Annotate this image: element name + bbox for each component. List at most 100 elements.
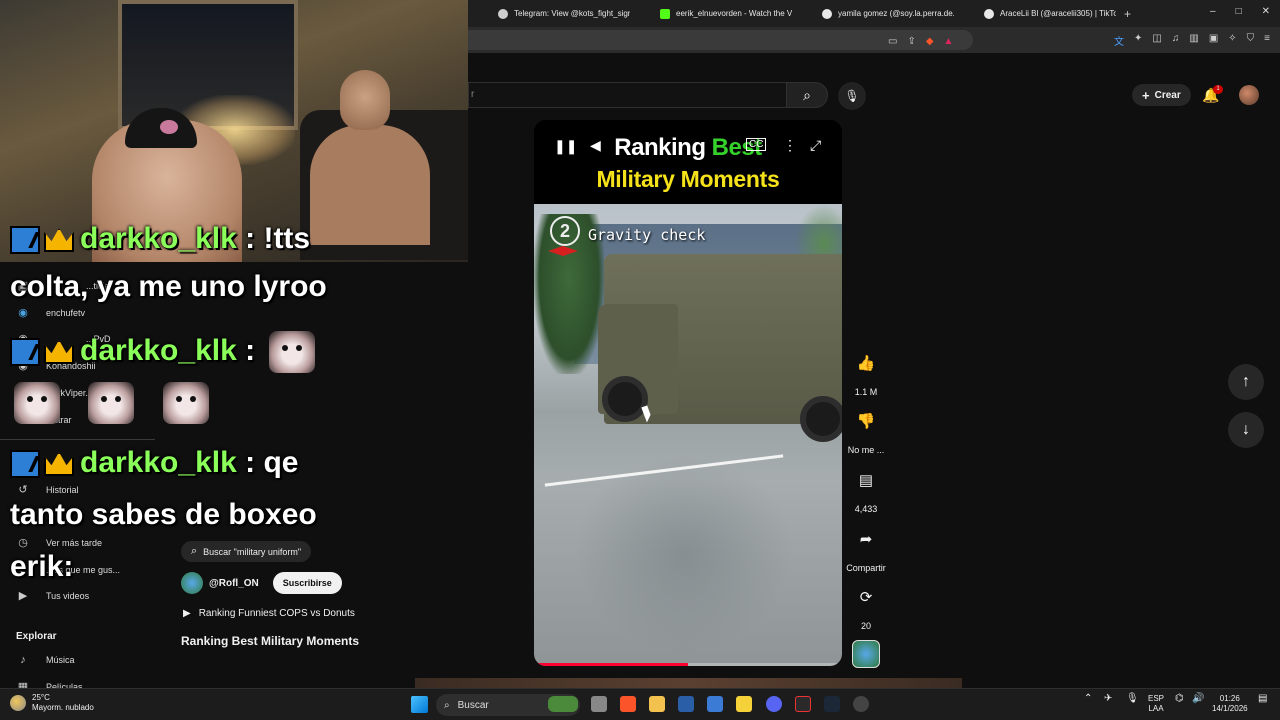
extensions-icon[interactable]: ✦ [1134,33,1142,48]
related-video-link[interactable]: ▶ Ranking Funniest COPS vs Donuts [183,608,355,619]
remix-count: 20 [860,621,871,631]
translate-icon[interactable]: 文 [1114,33,1124,48]
sidebar-item-ver-mas-tarde[interactable]: ◷ Ver más tarde [16,536,102,549]
channel-avatar-icon: ◉ [18,307,28,319]
maximize-button[interactable]: □ [1236,6,1242,17]
show-hidden-icons-icon[interactable]: ⌃ [1084,694,1092,704]
tab-title: yamila gomez (@soy.la.perra.de.t90 [838,9,954,18]
new-tab-button[interactable]: + [1124,7,1131,21]
shorts-player[interactable]: Ranking Best Military Moments 2 Gravity … [534,120,842,666]
media-icon[interactable]: ♫ [1172,33,1180,48]
play-icon: ▶ [183,608,191,619]
wallet-icon[interactable]: ▣ [1209,33,1218,48]
sidebar-item-historial[interactable]: ↺ Historial [16,483,78,496]
vpn-icon[interactable]: ⛉ [1247,33,1255,48]
fullscreen-icon[interactable]: ⤢ [810,137,821,154]
tab-kick-vod[interactable]: eerik_elnuevorden - Watch the VOD [630,8,792,19]
thumbs-up-icon: 👍 [856,355,876,372]
discord-icon[interactable] [766,696,782,712]
tab-tiktok-aracelii[interactable]: AraceLii Bl (@aracelii305) | TikTok [954,8,1116,19]
youtube-search-input[interactable]: r [468,82,786,108]
share-icon[interactable]: ⇪ [907,36,915,47]
calculator-icon[interactable] [678,696,694,712]
dislike-label: No me ... [847,445,885,455]
sidebar-icon[interactable]: ▥ [1189,33,1198,48]
channel-avatar[interactable] [181,572,203,594]
search-button[interactable]: ⌕ [786,82,828,108]
remix-button[interactable]: ⟳ 20 [846,579,886,631]
brave-shields-icon[interactable]: ◆ [926,36,934,47]
close-button[interactable]: ✕ [1262,6,1270,17]
obs-icon[interactable] [795,696,811,712]
chat-message: darkko_klk : qe [10,446,298,480]
webcam-person-right-head [340,70,390,130]
steam-icon[interactable] [824,696,840,712]
microphone-icon: 🎙 [844,89,860,103]
channel-thumbnail[interactable] [852,640,880,668]
sidebar-item-musica[interactable]: ♪ Música [16,654,74,666]
settings-icon[interactable] [853,696,869,712]
notification-center-icon[interactable]: ▤ [1258,694,1267,704]
sidebar-item-tus-videos[interactable]: ▶ Tus videos [16,589,89,602]
previous-short-button[interactable]: ↑ [1228,364,1264,400]
wifi-icon[interactable]: ⌬ [1175,694,1184,704]
captions-icon[interactable]: CC [746,138,767,151]
sidebar-item-label: Ver más tarde [46,537,103,548]
windows-start-icon[interactable] [411,696,428,713]
voice-search-button[interactable]: 🎙 [838,82,866,110]
address-bar[interactable]: ▭ ⇪ ◆ ▲ [468,30,973,50]
task-view-icon[interactable] [591,696,607,712]
screenshot-icon[interactable]: ◫ [1152,33,1161,48]
widgets-icon[interactable] [548,696,578,712]
language-code: ESP [1148,694,1165,703]
channel-name[interactable]: @Rofl_ON [209,578,259,589]
video-progress-bar[interactable] [534,663,842,666]
notification-count-badge: 1 [1213,85,1223,94]
language-indicator[interactable]: ESP LAA [1148,694,1164,714]
overlay-number: 2 [550,216,580,246]
title-word-ranking: Ranking [614,134,706,161]
crown-badge-icon [44,340,74,364]
file-explorer-icon[interactable] [649,696,665,712]
extension-icons: 文 ✦ ◫ ♫ ▥ ▣ ✧ ⛉ ≡ [1114,33,1270,48]
temperature: 25°C [32,693,50,702]
install-icon[interactable]: ▭ [888,36,897,47]
more-options-icon[interactable]: ⋮ [783,137,797,154]
remix-icon: ⟳ [859,589,873,606]
chat-text: : !tts [245,222,311,255]
minimize-button[interactable]: – [1210,6,1216,17]
editor-icon[interactable] [736,696,752,712]
volume-icon[interactable]: ◀ [590,137,601,154]
subscribe-button[interactable]: Suscribirse [272,572,342,594]
notepad-icon[interactable] [707,696,723,712]
video-title: Ranking Best Military Moments [181,634,360,648]
pause-icon[interactable]: ❚❚ [554,138,577,155]
tab-tiktok-yamila[interactable]: yamila gomez (@soy.la.perra.de.t90 [792,8,954,19]
account-avatar[interactable] [1239,85,1259,105]
tab-telegram[interactable]: Telegram: View @kots_fight_signups [468,8,630,19]
volume-tray-icon[interactable]: 🔊 [1192,694,1204,704]
telegram-icon [498,8,508,19]
keyboard-layout: LAA [1148,704,1164,713]
like-button[interactable]: 👍 1.1 M [846,345,886,397]
weather-widget[interactable]: 25°C Mayorm. nublado [10,693,94,713]
weather-icon [10,695,26,711]
next-short-button[interactable]: ↓ [1228,412,1264,448]
network-icon[interactable]: ✈ [1104,694,1112,704]
microphone-tray-icon[interactable]: 🎙 [1126,694,1139,704]
dislike-button[interactable]: 👎 No me ... [846,403,886,455]
leo-icon[interactable]: ✧ [1228,33,1236,48]
cat-emote-icon [14,382,60,424]
chat-emote-row [14,382,209,424]
comments-button[interactable]: ▤ 4,433 [846,462,886,514]
search-suggestion-chip[interactable]: ⌕ Buscar "military uniform" [181,541,312,562]
create-button[interactable]: + Crear [1132,84,1191,106]
menu-icon[interactable]: ≡ [1264,33,1270,48]
brave-rewards-icon[interactable]: ▲ [944,36,954,47]
browser-toolbar: ▭ ⇪ ◆ ▲ 文 ✦ ◫ ♫ ▥ ▣ ✧ ⛉ ≡ [468,27,1280,53]
address-bar-icons: ▭ ⇪ ◆ ▲ [888,36,953,47]
brave-browser-icon[interactable] [620,696,636,712]
sidebar-item-enchufetv[interactable]: ◉ enchufetv [16,306,85,319]
share-button[interactable]: ➦ Compartir [846,521,886,573]
clock[interactable]: 01:26 14/1/2026 [1212,694,1248,714]
